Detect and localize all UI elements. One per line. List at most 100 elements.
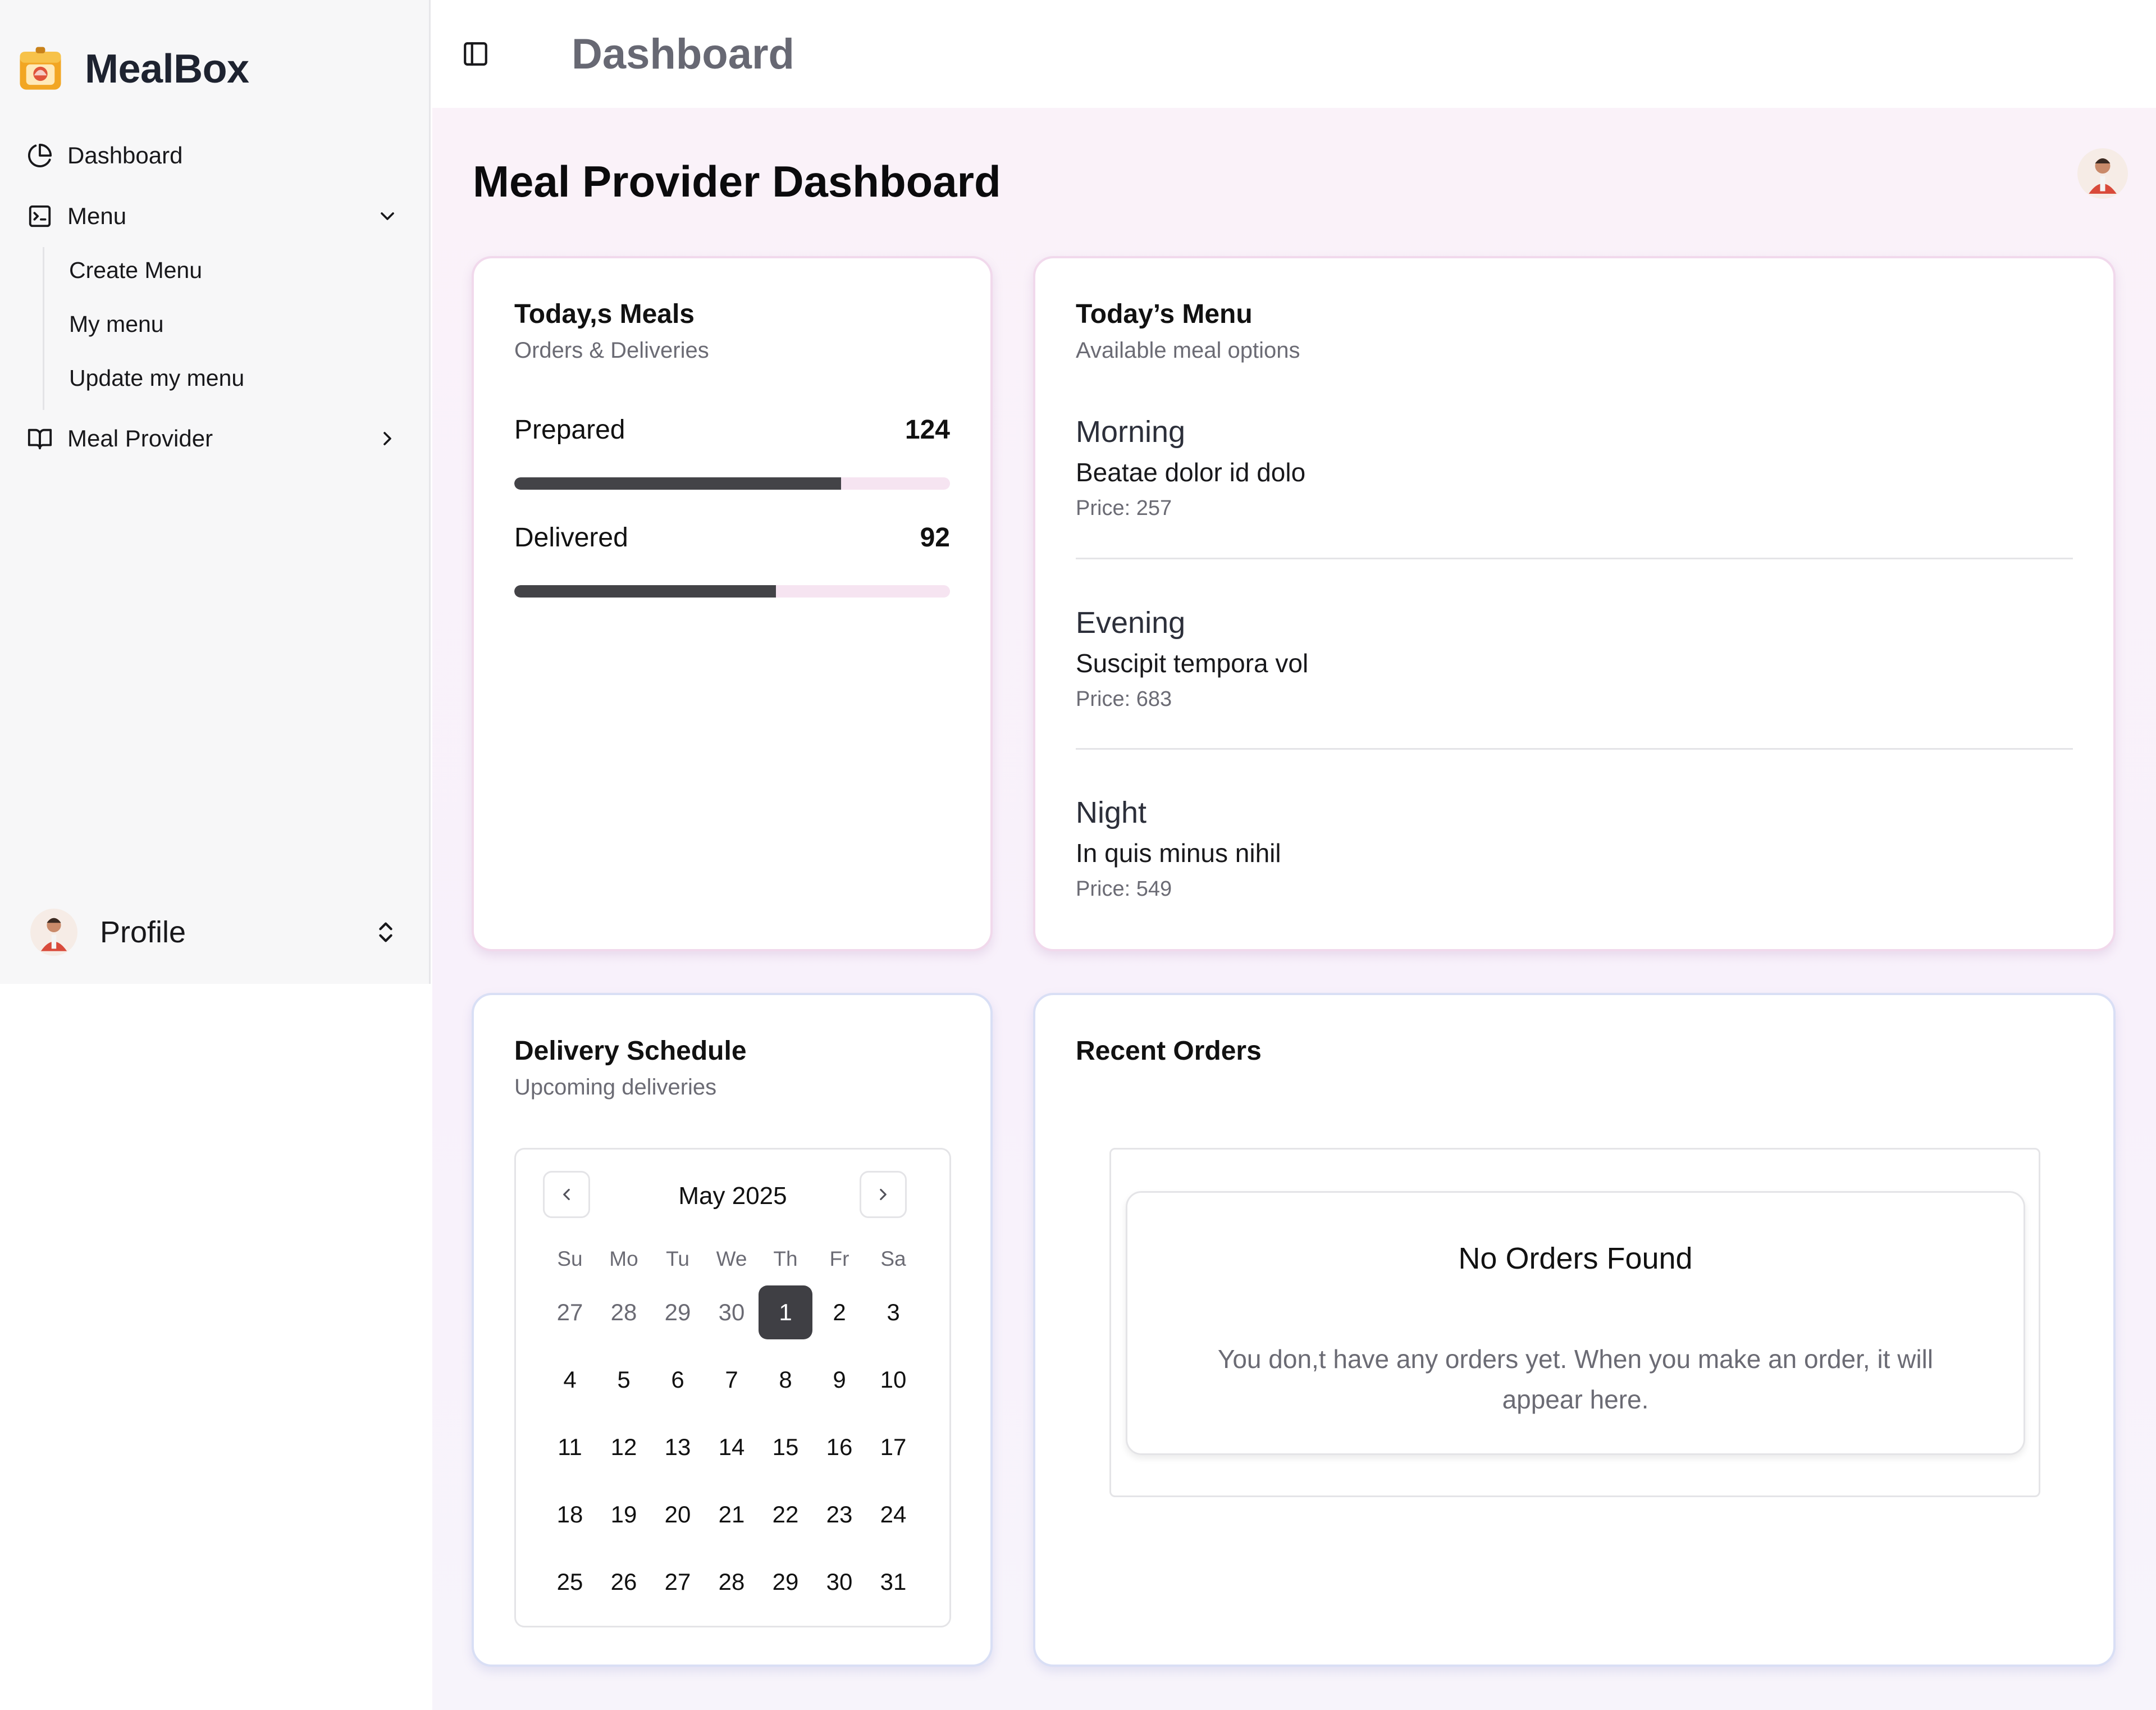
top-header: Dashboard [432, 0, 2156, 108]
calendar-day[interactable]: 27 [543, 1285, 597, 1339]
calendar-day[interactable]: 7 [705, 1353, 759, 1407]
sidebar-subitem-my-menu[interactable]: My menu [69, 304, 164, 344]
calendar-day[interactable]: 8 [759, 1353, 812, 1407]
calendar-day[interactable]: 21 [705, 1488, 759, 1542]
stat-label: Delivered [514, 523, 628, 553]
divider [1076, 558, 2073, 559]
calendar-day[interactable]: 20 [651, 1488, 705, 1542]
sidebar-item-meal-provider[interactable]: Meal Provider [27, 413, 402, 464]
calendar-day[interactable]: 14 [705, 1420, 759, 1474]
calendar-day[interactable]: 2 [812, 1285, 866, 1339]
sidebar-item-label: Dashboard [67, 142, 183, 168]
weekday-label: Fr [829, 1247, 849, 1270]
calendar-day[interactable]: 16 [812, 1420, 866, 1474]
card-title: Recent Orders [1076, 1036, 1262, 1066]
card-subtitle: Upcoming deliveries [514, 1075, 717, 1100]
card-title: Today’s Menu [1076, 299, 1253, 329]
chevrons-up-down-icon [379, 922, 392, 942]
meal-slot: Morning [1076, 415, 1186, 449]
submenu-guide-line [43, 247, 44, 410]
brand[interactable]: MealBox [15, 44, 249, 94]
sidebar-item-menu[interactable]: Menu [27, 191, 402, 241]
weekday-label: Th [773, 1247, 798, 1270]
calendar-day[interactable]: 29 [651, 1285, 705, 1339]
calendar-day[interactable]: 25 [543, 1555, 597, 1609]
meal-price: Price: 549 [1076, 877, 1172, 901]
calendar-day[interactable]: 23 [812, 1488, 866, 1542]
calendar-day[interactable]: 12 [597, 1420, 651, 1474]
card-title: Delivery Schedule [514, 1036, 747, 1066]
meal-name: Beatae dolor id dolo [1076, 458, 1306, 487]
calendar-day[interactable]: 27 [651, 1555, 705, 1609]
calendar-next-button[interactable] [860, 1171, 907, 1218]
weekday-label: Mo [609, 1247, 638, 1270]
calendar-day[interactable]: 28 [705, 1555, 759, 1609]
chevron-right-icon[interactable] [376, 427, 399, 450]
todays-meals-card: Today,s Meals Orders & Deliveries Prepar… [472, 256, 993, 951]
calendar-grid: Su Mo Tu We Th Fr Sa 27 28 29 30 1 2 3 4… [543, 1239, 920, 1616]
calendar-day[interactable]: 6 [651, 1353, 705, 1407]
calendar: May 2025 Su Mo Tu We Th Fr Sa 27 28 29 3… [514, 1148, 951, 1627]
sidebar-toggle-icon[interactable] [462, 40, 490, 68]
profile-label: Profile [100, 915, 186, 949]
calendar-day[interactable]: 4 [543, 1353, 597, 1407]
card-title: Today,s Meals [514, 299, 695, 329]
chevron-down-icon[interactable] [376, 205, 399, 227]
weekday-label: Sa [880, 1247, 906, 1270]
progress-fill [514, 477, 841, 490]
sidebar-item-dashboard[interactable]: Dashboard [27, 130, 402, 181]
calendar-day[interactable]: 28 [597, 1285, 651, 1339]
calendar-day[interactable]: 5 [597, 1353, 651, 1407]
calendar-day[interactable]: 10 [866, 1353, 920, 1407]
weekday-label: Su [557, 1247, 583, 1270]
todays-menu-card: Today’s Menu Available meal options Morn… [1033, 256, 2116, 951]
brand-name: MealBox [85, 47, 249, 92]
app: MealBox Dashboard Menu Create Menu My me… [0, 0, 2156, 1710]
profile-menu[interactable]: Profile [22, 899, 406, 966]
calendar-day[interactable]: 18 [543, 1488, 597, 1542]
stat-delivered: Delivered 92 [514, 522, 950, 553]
meal-price: Price: 257 [1076, 496, 1172, 520]
stat-prepared: Prepared 124 [514, 414, 950, 445]
calendar-week: 11 12 13 14 15 16 17 [543, 1413, 920, 1481]
mealbox-logo-icon [20, 47, 61, 90]
meal-name: Suscipit tempora vol [1076, 649, 1309, 678]
calendar-day[interactable]: 9 [812, 1353, 866, 1407]
stat-label: Prepared [514, 415, 625, 445]
empty-state-title: No Orders Found [1458, 1242, 1693, 1275]
calendar-day[interactable]: 29 [759, 1555, 812, 1609]
weekday-label: We [716, 1247, 747, 1270]
calendar-day-selected[interactable]: 1 [759, 1285, 812, 1339]
calendar-day[interactable]: 17 [866, 1420, 920, 1474]
sidebar-subitem-create-menu[interactable]: Create Menu [69, 250, 202, 290]
card-subtitle: Available meal options [1076, 338, 1300, 363]
calendar-day[interactable]: 3 [866, 1285, 920, 1339]
calendar-day[interactable]: 22 [759, 1488, 812, 1542]
recent-orders-card: Recent Orders No Orders Found You don,t … [1033, 993, 2116, 1667]
book-open-icon [28, 428, 52, 450]
calendar-week: 18 19 20 21 22 23 24 [543, 1481, 920, 1548]
progress-fill [514, 585, 776, 598]
avatar[interactable] [2077, 148, 2128, 199]
calendar-day[interactable]: 30 [705, 1285, 759, 1339]
calendar-day[interactable]: 31 [866, 1555, 920, 1609]
sidebar: MealBox Dashboard Menu Create Menu My me… [0, 0, 431, 984]
calendar-day[interactable]: 13 [651, 1420, 705, 1474]
calendar-day[interactable]: 15 [759, 1420, 812, 1474]
prepared-progress-bar [514, 477, 950, 490]
calendar-day[interactable]: 11 [543, 1420, 597, 1474]
calendar-day[interactable]: 24 [866, 1488, 920, 1542]
calendar-week: 25 26 27 28 29 30 31 [543, 1548, 920, 1616]
calendar-day[interactable]: 30 [812, 1555, 866, 1609]
sidebar-subitem-update-my-menu[interactable]: Update my menu [69, 358, 244, 398]
page-title: Meal Provider Dashboard [473, 157, 1001, 206]
chevron-right-icon [880, 1188, 887, 1201]
menu-item-night: Night In quis minus nihil Price: 549 [1076, 795, 2073, 901]
calendar-week: 4 5 6 7 8 9 10 [543, 1346, 920, 1413]
calendar-week: 27 28 29 30 1 2 3 [543, 1279, 920, 1346]
calendar-day[interactable]: 19 [597, 1488, 651, 1542]
meal-name: In quis minus nihil [1076, 838, 1281, 868]
empty-state: No Orders Found You don,t have any order… [1126, 1191, 2025, 1455]
meal-slot: Night [1076, 796, 1147, 829]
calendar-day[interactable]: 26 [597, 1555, 651, 1609]
